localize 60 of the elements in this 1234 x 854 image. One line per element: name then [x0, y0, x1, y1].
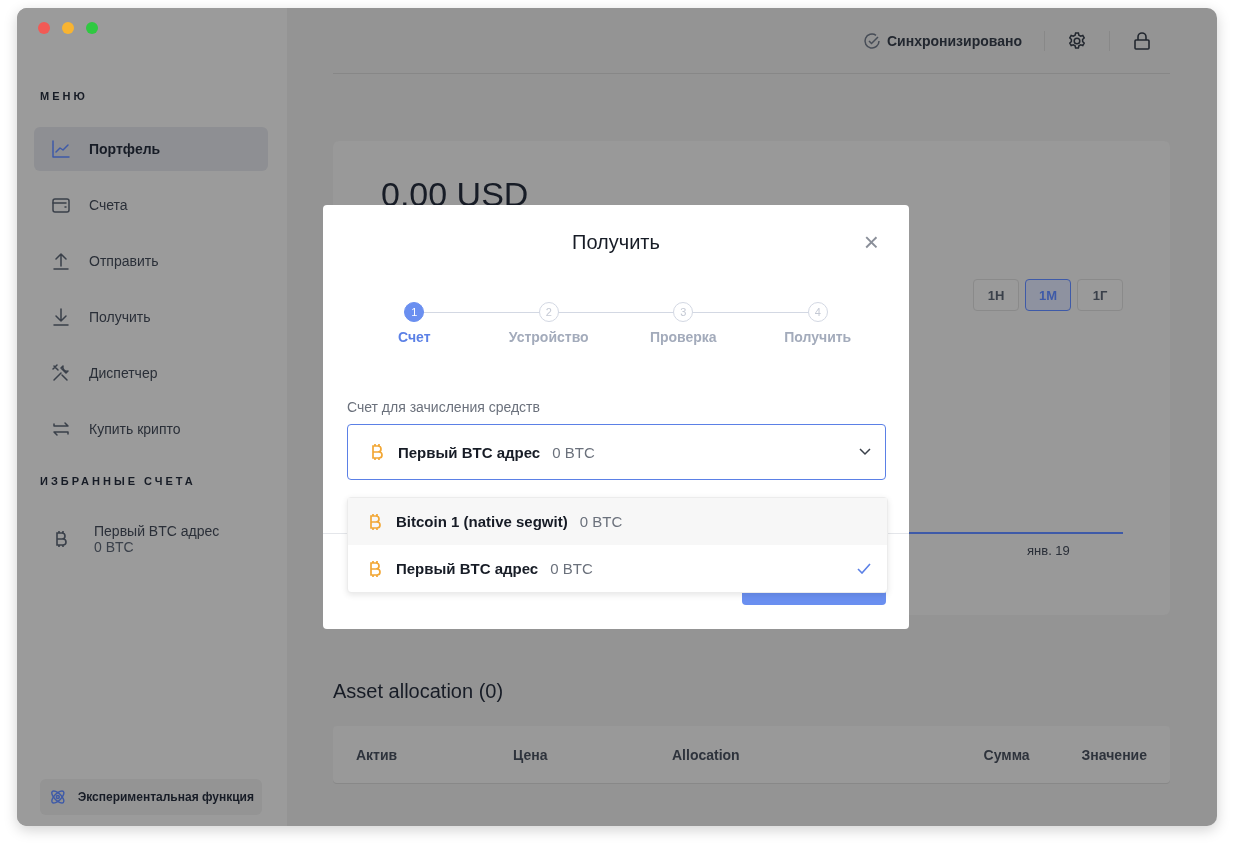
- account-name: Первый BTC адрес: [94, 523, 220, 539]
- step-label: Получить: [784, 329, 852, 345]
- account-option[interactable]: Bitcoin 1 (native segwit) 0 BTC: [348, 498, 887, 545]
- bitcoin-icon: [368, 511, 382, 532]
- account-option[interactable]: Первый BTC адрес 0 BTC: [348, 545, 887, 592]
- sidebar-item[interactable]: Диспетчер: [34, 351, 268, 395]
- bitcoin-icon: [368, 558, 382, 579]
- atom-icon: [48, 787, 68, 807]
- account-balance: 0 BTC: [94, 539, 135, 555]
- column-header: Цена: [513, 746, 549, 763]
- step-label: Проверка: [649, 329, 717, 345]
- maximize-window-button[interactable]: [86, 22, 98, 34]
- swap-icon: [51, 419, 71, 439]
- minimize-window-button[interactable]: [62, 22, 74, 34]
- sidebar-item[interactable]: Отправить: [34, 239, 268, 283]
- option-account-name: Bitcoin 1 (native segwit): [396, 513, 568, 530]
- sidebar-item[interactable]: Счета: [34, 183, 268, 227]
- option-account-balance: 0 BTC: [550, 560, 594, 577]
- step-number: 3: [673, 302, 694, 322]
- lock-icon[interactable]: [1132, 30, 1152, 51]
- sidebar-item[interactable]: Получить: [34, 295, 268, 339]
- column-header: Сумма: [983, 746, 1031, 763]
- column-header: Актив: [356, 746, 399, 763]
- field-label: Счет для зачисления средств: [347, 399, 541, 415]
- selected-account-name: Первый BTC адрес: [398, 443, 541, 461]
- bitcoin-icon: [370, 442, 384, 462]
- step-number: 1: [404, 302, 425, 322]
- section-title: ИЗБРАННЫЕ СЧЕТА: [40, 475, 197, 487]
- check-circle-icon: [863, 31, 881, 50]
- settings-icon[interactable]: [1067, 30, 1087, 51]
- wallet-icon: [51, 195, 71, 215]
- account-select[interactable]: Первый BTC адрес 0 BTC: [347, 424, 886, 480]
- column-header: Allocation: [672, 746, 741, 763]
- section-title: МЕНЮ: [40, 90, 89, 102]
- chart-axis-label: янв. 19: [1027, 543, 1070, 558]
- chevron-down-icon: [859, 448, 871, 456]
- option-account-balance: 0 BTC: [579, 513, 624, 530]
- sidebar-item[interactable]: Купить крипто: [34, 407, 268, 451]
- step-number: 2: [538, 302, 559, 322]
- experimental-feature-button[interactable]: Экспериментальная функция: [40, 779, 262, 815]
- upload-icon: [51, 251, 71, 271]
- option-account-name: Первый BTC адрес: [396, 560, 539, 577]
- close-button[interactable]: ×: [861, 229, 881, 255]
- bitcoin-icon: [54, 529, 68, 549]
- download-icon: [51, 307, 71, 327]
- time-range-button[interactable]: 1Г: [1077, 279, 1123, 311]
- favorite-account[interactable]: Первый BTC адрес 0 BTC: [54, 523, 268, 555]
- tools-icon: [51, 363, 71, 383]
- step-label: Устройство: [508, 329, 589, 345]
- section-heading: Asset allocation (0): [333, 680, 505, 703]
- column-header: Значение: [1081, 746, 1147, 763]
- chart-icon: [51, 139, 71, 159]
- time-range-button[interactable]: 1Н: [973, 279, 1019, 311]
- sync-label: Синхронизировано: [887, 32, 1022, 49]
- close-window-button[interactable]: [38, 22, 50, 34]
- step-number: 4: [807, 302, 828, 322]
- selected-account-balance: 0 BTC: [552, 443, 596, 461]
- step-label: Счет: [398, 329, 431, 345]
- sidebar-item[interactable]: Портфель: [34, 127, 268, 171]
- dialog-title: Получить: [572, 231, 660, 254]
